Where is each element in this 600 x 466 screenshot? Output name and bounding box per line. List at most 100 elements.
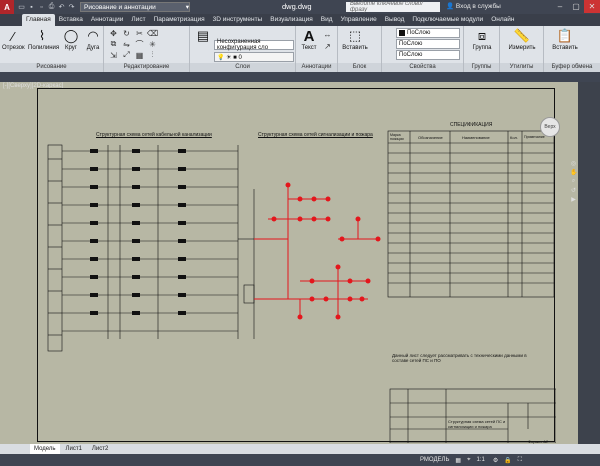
workspace-selector[interactable]: Рисование и аннотации ▾	[80, 2, 190, 12]
window-title: dwg.dwg	[282, 2, 312, 11]
clipboard-icon: 📋	[556, 28, 574, 43]
lineweight-dropdown[interactable]: ПоСлою	[396, 50, 460, 60]
navigation-bar: ◎ ✋ ⌕ ↺ ▶	[570, 160, 577, 260]
stretch-icon[interactable]: ⇲	[108, 50, 119, 60]
login-link[interactable]: 👤 Вход в службы	[446, 2, 501, 10]
mirror-icon[interactable]: ⇋	[121, 39, 132, 49]
annotation-scale[interactable]: 1:1	[476, 457, 484, 463]
red-network	[254, 185, 378, 317]
erase-icon[interactable]: ⌫	[147, 28, 158, 38]
save-icon[interactable]: ▪	[27, 3, 36, 12]
tab-parametric[interactable]: Параметризация	[150, 14, 209, 26]
array-icon[interactable]: ▦	[134, 50, 145, 60]
properties-group: ПоСлою ПоСлою ПоСлою Свойства	[382, 26, 464, 72]
group-icon: ⧈	[477, 28, 487, 43]
left-schematic-title: Структурная схема сетей кабельной канали…	[96, 132, 212, 138]
app-logo-icon[interactable]: A	[0, 0, 14, 14]
measure-button[interactable]: 📏 Измерить	[504, 28, 540, 51]
orbit-icon[interactable]: ↺	[570, 187, 577, 196]
workspace-gear-icon[interactable]: ⚙	[493, 457, 498, 464]
zoom-icon[interactable]: ⌕	[570, 178, 577, 187]
spec-col-name: Наименование	[462, 135, 490, 140]
tab-home[interactable]: Главная	[22, 14, 55, 26]
layer-properties-button[interactable]: ▤	[192, 28, 214, 45]
snap-icon[interactable]: ⌖	[467, 457, 470, 464]
undo-icon[interactable]: ↶	[57, 3, 66, 12]
user-icon: 👤	[446, 3, 455, 10]
layer-dropdown[interactable]: 💡 ☀ ■ 0	[214, 52, 294, 62]
arc-button[interactable]: ◠ Дуга	[82, 28, 104, 51]
tab-view[interactable]: Вид	[317, 14, 337, 26]
offset-icon[interactable]: ⫶	[147, 50, 158, 60]
viewcube[interactable]: Верх	[540, 117, 560, 137]
polyline-button[interactable]: ⌇ Полилиния	[28, 28, 59, 51]
block-icon: ⬚	[348, 28, 362, 43]
drawing-svg	[13, 130, 557, 444]
line-button[interactable]: ⁄ Отрезок	[2, 28, 25, 52]
spec-col-note: Примечание	[524, 135, 545, 139]
tab-model[interactable]: Модель	[30, 444, 60, 454]
leader-icon[interactable]: ↗	[322, 41, 333, 51]
redo-icon[interactable]: ↷	[67, 3, 76, 12]
move-icon[interactable]: ✥	[108, 28, 119, 38]
group-button[interactable]: ⧈ Группа	[468, 28, 496, 51]
scale-icon[interactable]: ⤢	[121, 50, 132, 60]
copy-icon[interactable]: ⧉	[108, 39, 119, 49]
minimize-icon[interactable]: –	[552, 0, 568, 13]
insert-block-button[interactable]: ⬚ Вставить	[340, 28, 370, 51]
fillet-icon[interactable]: ⌒	[134, 39, 145, 49]
tab-output[interactable]: Вывод	[381, 14, 409, 26]
tab-plugins[interactable]: Подключаемые модули	[408, 14, 487, 26]
mid-schematic-title: Структурная схема сетей сигнализации и п…	[258, 132, 373, 138]
draw-group: ⁄ Отрезок ⌇ Полилиния ◯ Круг ◠ Дуга Рисовани…	[0, 26, 104, 72]
annotation-group: A Текст ↔ ↗ Аннотации	[296, 26, 338, 72]
rotate-icon[interactable]: ↻	[121, 28, 132, 38]
layout-tabs: Модель Лист1 Лист2	[0, 444, 600, 454]
left-schematic	[47, 144, 255, 352]
saveas-icon[interactable]: ▫	[37, 3, 46, 12]
showmotion-icon[interactable]: ▶	[570, 196, 577, 205]
text-icon: A	[303, 27, 315, 45]
groups-group: ⧈ Группа Группы	[464, 26, 500, 72]
tab-render[interactable]: Визуализация	[266, 14, 317, 26]
paste-button[interactable]: 📋 Вставить	[550, 28, 580, 51]
tab-online[interactable]: Онлайн	[487, 14, 518, 26]
dimension-icon[interactable]: ↔	[322, 29, 333, 39]
polyline-icon: ⌇	[38, 28, 46, 43]
title-block	[389, 388, 557, 444]
utilities-group: 📏 Измерить Утилиты	[500, 26, 544, 72]
grid-icon[interactable]: ▦	[455, 457, 461, 464]
status-mode[interactable]: РМОДЕЛЬ	[420, 457, 449, 463]
arc-icon: ◠	[87, 28, 99, 43]
text-button[interactable]: A Текст	[298, 27, 320, 52]
color-dropdown[interactable]: ПоСлою	[396, 28, 460, 38]
linetype-dropdown[interactable]: ПоСлою	[396, 39, 460, 49]
tab-layout[interactable]: Лист	[127, 14, 149, 26]
spec-col-qty: Кол.	[510, 135, 518, 140]
tab-annotate[interactable]: Аннотации	[87, 14, 128, 26]
close-icon[interactable]: ✕	[584, 0, 600, 13]
tab-insert[interactable]: Вставка	[55, 14, 87, 26]
window-controls: – ▢ ✕	[552, 0, 600, 13]
print-icon[interactable]: ⎙	[47, 3, 56, 12]
tab-sheet1[interactable]: Лист1	[62, 444, 86, 454]
spec-col-code: Обозначение	[418, 135, 443, 140]
tab-sheet2[interactable]: Лист2	[88, 444, 112, 454]
pan-icon[interactable]: ✋	[570, 169, 577, 178]
tab-3d[interactable]: 3D инструменты	[209, 14, 267, 26]
circle-button[interactable]: ◯ Круг	[60, 28, 82, 51]
tab-manage[interactable]: Управление	[337, 14, 381, 26]
layer-state-dropdown[interactable]: Несохраненная конфигурация сло	[214, 39, 294, 51]
maximize-icon[interactable]: ▢	[568, 0, 584, 13]
clipboard-group: 📋 Вставить Буфер обмена	[544, 26, 600, 72]
open-icon[interactable]: ▭	[17, 3, 26, 12]
measure-icon: 📏	[513, 28, 531, 43]
trim-icon[interactable]: ✂	[134, 28, 145, 38]
lock-icon[interactable]: 🔒	[504, 457, 511, 464]
spec-col-mark: Марка позиции	[390, 133, 404, 141]
steeringwheel-icon[interactable]: ◎	[570, 160, 577, 169]
drawing-sheet: Структурная схема сетей кабельной канали…	[13, 88, 557, 444]
explode-icon[interactable]: ✳	[147, 39, 158, 49]
fullscreen-icon[interactable]: ⛶	[518, 457, 522, 464]
search-input[interactable]: Введите ключевое слово/фразу	[346, 1, 440, 13]
